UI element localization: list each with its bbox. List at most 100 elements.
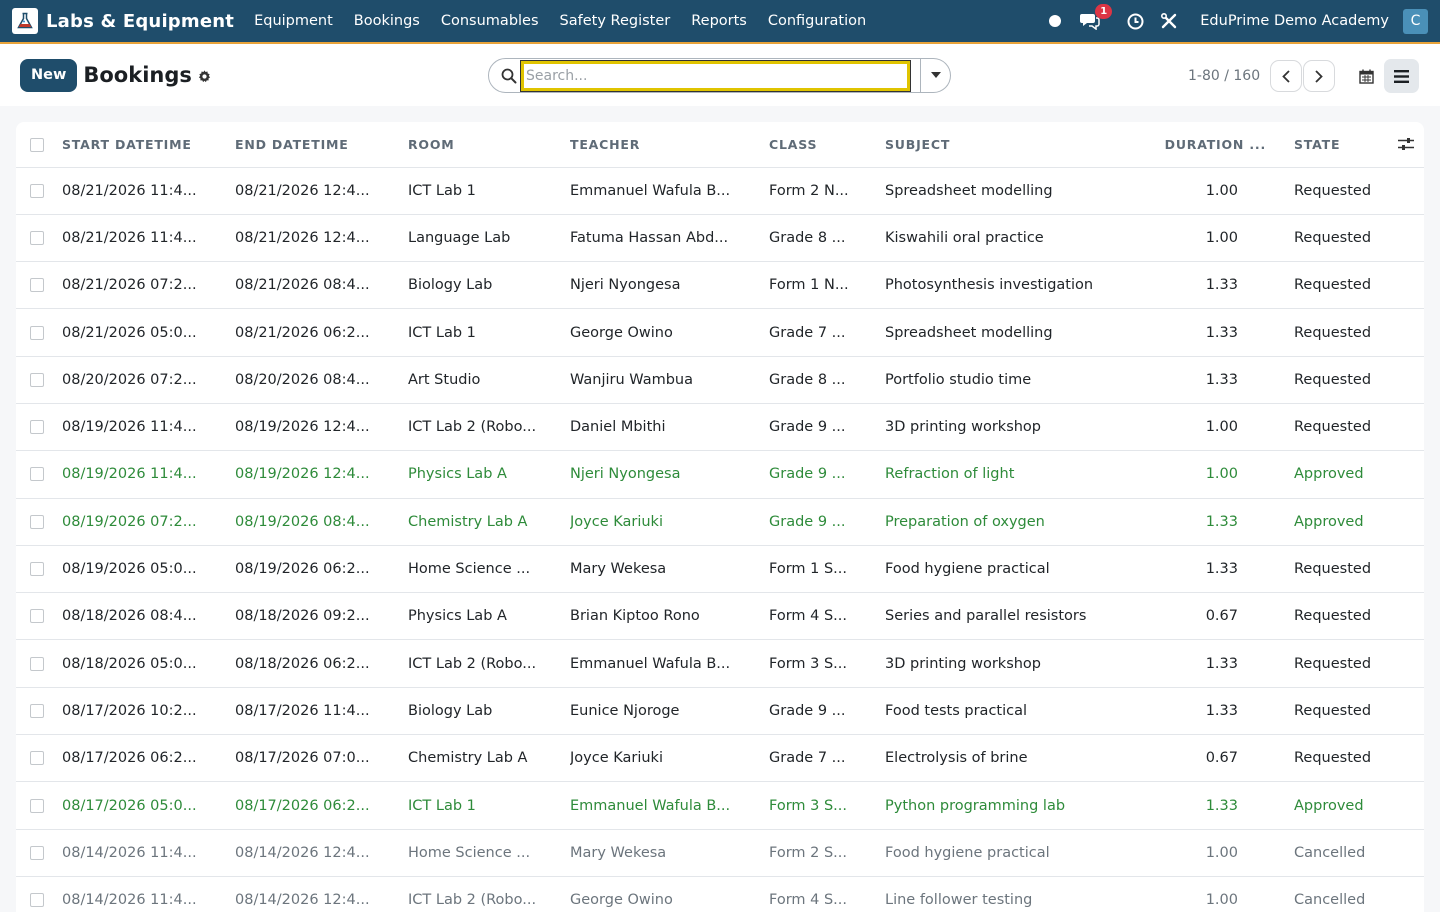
table-row[interactable]: 08/20/2026 07:2... 08/20/2026 08:4... Art … bbox=[16, 356, 1424, 404]
pager-previous-button[interactable] bbox=[1270, 60, 1303, 92]
column-teacher[interactable]: TEACHER bbox=[570, 122, 769, 168]
end-datetime-cell: 08/19/2026 06:2... bbox=[235, 545, 408, 594]
table-row[interactable]: 08/17/2026 06:2... 08/17/2026 07:0... Chem… bbox=[16, 734, 1424, 783]
table-row[interactable]: 08/14/2026 11:4... 08/14/2026 12:4... Home… bbox=[16, 829, 1424, 877]
row-checkbox[interactable] bbox=[30, 325, 44, 340]
class-cell: Form 3 S... bbox=[769, 781, 885, 830]
bookings-table: START DATETIME END DATETIME ROOM TEACHER… bbox=[16, 122, 1424, 912]
menu-configuration[interactable]: Configuration bbox=[768, 13, 866, 29]
duration-cell: 1.33 bbox=[1136, 308, 1266, 357]
table-row[interactable]: 08/21/2026 05:0... 08/21/2026 06:2... ICT … bbox=[16, 308, 1424, 357]
row-checkbox[interactable] bbox=[30, 278, 44, 293]
row-checkbox[interactable] bbox=[30, 183, 44, 198]
duration-cell: 1.33 bbox=[1136, 356, 1266, 404]
row-select-cell bbox=[16, 214, 62, 263]
clock-icon[interactable] bbox=[1127, 13, 1144, 30]
row-checkbox[interactable] bbox=[30, 514, 44, 529]
row-spacer-cell bbox=[1377, 592, 1424, 641]
row-spacer-cell bbox=[1377, 498, 1424, 546]
table-row[interactable]: 08/21/2026 07:2... 08/21/2026 08:4... Biol… bbox=[16, 261, 1424, 310]
row-select-cell bbox=[16, 356, 62, 404]
table-row[interactable]: 08/19/2026 07:2... 08/19/2026 08:4... Chem… bbox=[16, 498, 1424, 546]
pager-value[interactable]: 1-80 / 160 bbox=[1188, 68, 1260, 84]
pager-next-button[interactable] bbox=[1303, 60, 1336, 92]
row-spacer-cell bbox=[1377, 450, 1424, 499]
menu-reports[interactable]: Reports bbox=[691, 13, 747, 29]
column-duration[interactable]: DURATION ... bbox=[1136, 122, 1266, 168]
gear-icon[interactable] bbox=[198, 70, 211, 83]
row-checkbox[interactable] bbox=[30, 656, 44, 671]
table-row[interactable]: 08/19/2026 11:4... 08/19/2026 12:4... Phys… bbox=[16, 450, 1424, 499]
flask-icon[interactable] bbox=[12, 8, 38, 34]
row-checkbox[interactable] bbox=[30, 230, 44, 245]
menu-equipment[interactable]: Equipment bbox=[254, 13, 333, 29]
duration-cell: 1.00 bbox=[1136, 403, 1266, 452]
table-row[interactable]: 08/19/2026 11:4... 08/19/2026 12:4... ICT … bbox=[16, 403, 1424, 452]
row-checkbox[interactable] bbox=[30, 372, 44, 387]
table-row[interactable]: 08/18/2026 08:4... 08/18/2026 09:2... Phys… bbox=[16, 592, 1424, 641]
messages-icon[interactable]: 1 bbox=[1079, 4, 1113, 30]
row-checkbox[interactable] bbox=[30, 798, 44, 813]
column-class[interactable]: CLASS bbox=[769, 122, 885, 168]
column-subject[interactable]: SUBJECT bbox=[885, 122, 1136, 168]
room-cell: Language Lab bbox=[408, 214, 570, 263]
class-cell: Grade 9 ... bbox=[769, 687, 885, 736]
room-cell: Home Science ... bbox=[408, 545, 570, 594]
column-start-datetime[interactable]: START DATETIME bbox=[62, 122, 235, 168]
subject-cell: 3D printing workshop bbox=[885, 403, 1136, 452]
user-avatar[interactable]: C bbox=[1403, 8, 1428, 34]
company-switcher[interactable]: EduPrime Demo Academy bbox=[1200, 13, 1389, 29]
row-spacer-cell bbox=[1377, 545, 1424, 594]
table-row[interactable]: 08/21/2026 11:4... 08/21/2026 12:4... Lang… bbox=[16, 214, 1424, 263]
row-checkbox[interactable] bbox=[30, 420, 44, 435]
main-menu: Equipment Bookings Consumables Safety Re… bbox=[254, 13, 887, 29]
select-all-checkbox[interactable] bbox=[30, 138, 44, 152]
message-count-badge: 1 bbox=[1095, 4, 1113, 19]
chevron-left-icon bbox=[1282, 69, 1290, 83]
search-options-toggle[interactable] bbox=[921, 58, 951, 93]
row-spacer-cell bbox=[1377, 308, 1424, 357]
row-checkbox[interactable] bbox=[30, 751, 44, 766]
calendar-icon bbox=[1359, 69, 1374, 84]
menu-safety-register[interactable]: Safety Register bbox=[560, 13, 671, 29]
table-row[interactable]: 08/19/2026 05:0... 08/19/2026 06:2... Home… bbox=[16, 545, 1424, 594]
tools-icon[interactable] bbox=[1161, 13, 1177, 29]
row-spacer-cell bbox=[1377, 687, 1424, 736]
row-checkbox[interactable] bbox=[30, 562, 44, 577]
row-checkbox[interactable] bbox=[30, 703, 44, 718]
row-checkbox[interactable] bbox=[30, 893, 44, 908]
column-end-datetime[interactable]: END DATETIME bbox=[235, 122, 408, 168]
teacher-cell: Emmanuel Wafula B... bbox=[570, 167, 769, 215]
menu-bookings[interactable]: Bookings bbox=[354, 13, 420, 29]
column-state[interactable]: STATE bbox=[1266, 122, 1377, 168]
table-row[interactable]: 08/21/2026 11:4... 08/21/2026 12:4... ICT … bbox=[16, 167, 1424, 215]
row-select-cell bbox=[16, 498, 62, 546]
sliders-icon[interactable] bbox=[1377, 137, 1424, 151]
table-row[interactable]: 08/17/2026 05:0... 08/17/2026 06:2... ICT … bbox=[16, 781, 1424, 830]
list-view-button[interactable] bbox=[1384, 59, 1419, 93]
table-row[interactable]: 08/17/2026 10:2... 08/17/2026 11:4... Biol… bbox=[16, 687, 1424, 736]
menu-consumables[interactable]: Consumables bbox=[441, 13, 539, 29]
table-row[interactable]: 08/18/2026 05:0... 08/18/2026 06:2... ICT … bbox=[16, 639, 1424, 688]
row-checkbox[interactable] bbox=[30, 845, 44, 860]
room-cell: ICT Lab 2 (Robo... bbox=[408, 403, 570, 452]
table-row[interactable]: 08/14/2026 11:4... 08/14/2026 12:4... ICT … bbox=[16, 876, 1424, 912]
room-cell: Biology Lab bbox=[408, 261, 570, 310]
state-cell: Requested bbox=[1266, 545, 1377, 594]
calendar-view-button[interactable] bbox=[1349, 59, 1384, 93]
state-cell: Approved bbox=[1266, 450, 1377, 499]
new-button[interactable]: New bbox=[20, 58, 78, 92]
teacher-cell: Brian Kiptoo Rono bbox=[570, 592, 769, 641]
row-checkbox[interactable] bbox=[30, 467, 44, 482]
duration-cell: 1.00 bbox=[1136, 829, 1266, 877]
subject-cell: Food hygiene practical bbox=[885, 829, 1136, 877]
start-datetime-cell: 08/19/2026 07:2... bbox=[62, 498, 235, 546]
app-name[interactable]: Labs & Equipment bbox=[46, 11, 234, 32]
class-cell: Form 4 S... bbox=[769, 876, 885, 912]
status-dot-icon[interactable] bbox=[1048, 14, 1062, 28]
search-input[interactable] bbox=[520, 59, 911, 92]
column-room[interactable]: ROOM bbox=[408, 122, 570, 168]
row-checkbox[interactable] bbox=[30, 609, 44, 624]
class-cell: Grade 7 ... bbox=[769, 308, 885, 357]
start-datetime-cell: 08/21/2026 07:2... bbox=[62, 261, 235, 310]
